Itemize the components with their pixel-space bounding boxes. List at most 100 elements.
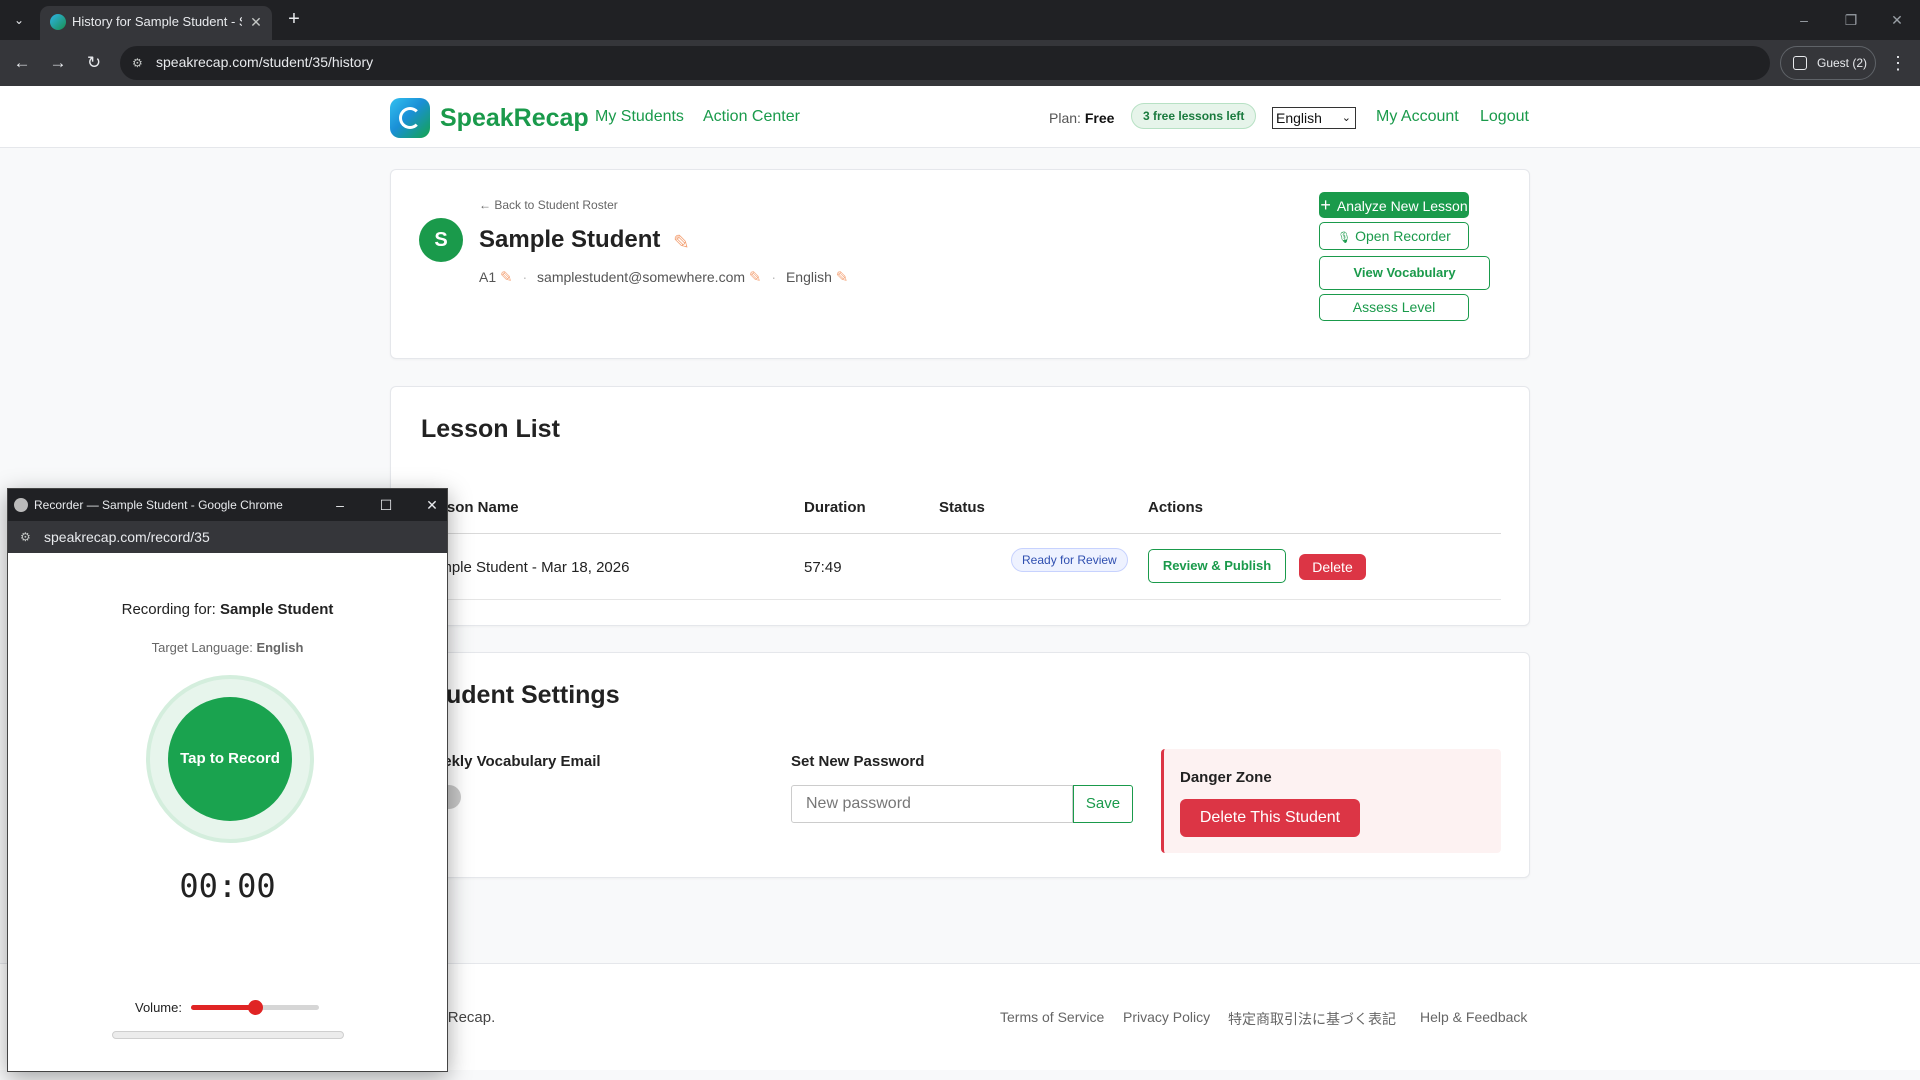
forward-arrow-icon[interactable]: →	[46, 51, 70, 75]
set-password-label: Set New Password	[791, 753, 925, 770]
student-meta: A1 ✎ · samplestudent@somewhere.com ✎ · E…	[479, 268, 848, 286]
address-url: speakrecap.com/student/35/history	[156, 54, 374, 70]
lessons-left-badge: 3 free lessons left	[1131, 103, 1257, 129]
view-vocabulary-button[interactable]: View Vocabulary	[1319, 256, 1490, 290]
tab-title: History for Sample Student - SpeakRecap	[72, 14, 242, 29]
student-email: samplestudent@somewhere.com	[537, 269, 746, 285]
reload-icon[interactable]: ↻	[82, 51, 106, 75]
student-card: ← Back to Student Roster S Sample Studen…	[390, 169, 1530, 359]
chrome-menu-icon[interactable]: ⋮	[1886, 51, 1910, 75]
lesson-name-cell[interactable]: Sample Student - Mar 18, 2026	[421, 559, 629, 576]
chevron-down-icon: ⌄	[1341, 112, 1351, 124]
volume-slider[interactable]	[191, 1000, 319, 1015]
student-settings-card: Student Settings Weekly Vocabulary Email…	[390, 652, 1530, 878]
site-header: SpeakRecap My Students Action Center Pla…	[0, 86, 1920, 148]
student-level: A1	[479, 269, 497, 285]
delete-lesson-button[interactable]: Delete	[1299, 554, 1366, 580]
footer-link-legal-notice[interactable]: 特定商取引法に基づく表記	[1228, 1009, 1396, 1029]
review-publish-button[interactable]: Review & Publish	[1148, 549, 1286, 583]
logout-link[interactable]: Logout	[1480, 108, 1529, 126]
volume-slider-fill	[191, 1005, 255, 1010]
popup-address-bar[interactable]: ⚙ speakrecap.com/record/35	[8, 521, 447, 553]
edit-name-pencil-icon[interactable]: ✎	[673, 230, 690, 255]
avatar: S	[419, 218, 463, 262]
popup-url: speakrecap.com/record/35	[44, 529, 210, 545]
browser-tab[interactable]: History for Sample Student - SpeakRecap …	[40, 6, 272, 40]
save-password-button[interactable]: Save	[1073, 785, 1133, 823]
browser-tab-bar: ⌄ History for Sample Student - SpeakReca…	[0, 0, 1920, 40]
plan-label: Plan:	[1049, 110, 1081, 126]
tab-search-chevron-icon[interactable]: ⌄	[8, 9, 30, 31]
plan-value: Free	[1084, 110, 1115, 126]
plan-indicator: Plan: Free	[1049, 110, 1114, 126]
popup-title-bar[interactable]: Recorder — Sample Student - Google Chrom…	[8, 489, 447, 521]
open-recorder-button[interactable]: 🎙 Open Recorder	[1319, 222, 1469, 250]
column-header-actions: Actions	[1148, 499, 1204, 516]
assess-level-button[interactable]: Assess Level	[1319, 294, 1469, 321]
target-language-line: Target Language: English	[8, 640, 447, 655]
nav-my-students[interactable]: My Students	[595, 108, 684, 126]
profile-label: Guest (2)	[1817, 56, 1868, 70]
brand-name[interactable]: SpeakRecap	[440, 104, 589, 133]
language-select[interactable]: English ⌄	[1272, 107, 1356, 129]
new-tab-plus-icon[interactable]: +	[282, 8, 306, 32]
separator-dot: ·	[771, 269, 777, 285]
popup-favicon-icon	[14, 498, 28, 512]
footer-link-terms[interactable]: Terms of Service	[1000, 1009, 1104, 1025]
student-name: Sample Student	[479, 226, 661, 253]
plus-icon: +	[1320, 195, 1331, 215]
back-arrow-icon[interactable]: ←	[10, 51, 34, 75]
edit-language-pencil-icon[interactable]: ✎	[836, 269, 849, 286]
footer-link-privacy[interactable]: Privacy Policy	[1123, 1009, 1210, 1025]
target-language-label: Target Language:	[151, 640, 253, 655]
minimize-window-icon[interactable]: –	[1789, 8, 1819, 32]
student-settings-title: Student Settings	[421, 681, 620, 709]
site-info-icon[interactable]: ⚙	[132, 55, 148, 71]
table-row-divider	[421, 599, 1501, 600]
site-favicon-icon	[50, 14, 66, 30]
my-account-link[interactable]: My Account	[1376, 108, 1459, 126]
new-password-input[interactable]: New password	[791, 785, 1073, 823]
analyze-new-lesson-button[interactable]: + Analyze New Lesson	[1319, 192, 1469, 218]
lesson-duration-cell: 57:49	[804, 559, 842, 576]
student-language: English	[785, 269, 832, 285]
popup-minimize-icon[interactable]: –	[326, 493, 354, 517]
back-to-roster-link[interactable]: ← Back to Student Roster	[479, 198, 618, 212]
browser-toolbar: ← → ↻ ⚙ speakrecap.com/student/35/histor…	[0, 40, 1920, 86]
popup-close-icon[interactable]: ✕	[418, 493, 446, 517]
volume-label: Volume:	[135, 1000, 182, 1015]
target-language-value: English	[256, 640, 304, 655]
footer-link-help[interactable]: Help & Feedback	[1420, 1009, 1527, 1025]
delete-student-button[interactable]: Delete This Student	[1180, 799, 1360, 837]
profile-button[interactable]: Guest (2)	[1780, 46, 1876, 80]
audio-level-meter	[112, 1031, 344, 1039]
column-header-duration: Duration	[804, 499, 866, 516]
status-badge: Ready for Review	[1011, 548, 1128, 572]
edit-email-pencil-icon[interactable]: ✎	[749, 269, 762, 286]
lesson-list-card: Lesson List Lesson Name Duration Status …	[390, 386, 1530, 626]
restore-window-icon[interactable]: ❐	[1836, 8, 1866, 32]
profile-icon	[1793, 56, 1807, 70]
edit-level-pencil-icon[interactable]: ✎	[500, 269, 513, 286]
lesson-list-title: Lesson List	[421, 415, 560, 443]
speakrecap-logo-icon[interactable]	[390, 98, 430, 138]
recording-timer: 00:00	[179, 867, 276, 905]
popup-window-title: Recorder — Sample Student - Google Chrom…	[34, 498, 283, 512]
popup-maximize-icon[interactable]: ☐	[372, 493, 400, 517]
volume-slider-thumb[interactable]	[248, 1000, 263, 1015]
column-header-status: Status	[939, 499, 985, 516]
analyze-label: Analyze New Lesson	[1336, 198, 1468, 214]
nav-action-center[interactable]: Action Center	[703, 108, 800, 126]
table-header-divider	[421, 533, 1501, 534]
site-info-icon[interactable]: ⚙	[20, 530, 31, 544]
recording-for-name: Sample Student	[220, 601, 334, 618]
tap-to-record-button[interactable]: Tap to Record	[168, 697, 292, 821]
danger-zone: Danger Zone Delete This Student	[1161, 749, 1501, 853]
recording-for-label: Recording for:	[121, 601, 216, 618]
recorder-popup-window: Recorder — Sample Student - Google Chrom…	[7, 488, 448, 1072]
address-bar[interactable]: ⚙ speakrecap.com/student/35/history	[120, 46, 1770, 80]
close-window-icon[interactable]: ✕	[1882, 8, 1912, 32]
close-tab-icon[interactable]: ✕	[246, 12, 266, 32]
language-selected: English	[1276, 110, 1322, 126]
recording-for-line: Recording for: Sample Student	[8, 601, 447, 618]
